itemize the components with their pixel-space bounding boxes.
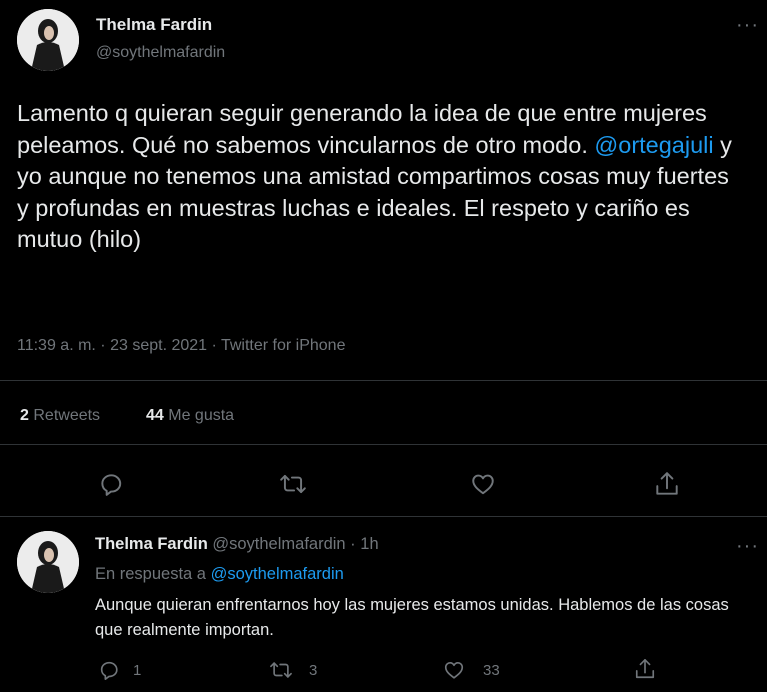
retweet-icon[interactable] (269, 659, 293, 681)
divider (0, 444, 767, 445)
retweets-count: 2 (20, 407, 29, 424)
retweets-stat[interactable]: 2 Retweets (20, 407, 100, 425)
divider (0, 380, 767, 381)
like-icon[interactable] (442, 659, 466, 681)
handle[interactable]: @soythelmafardin (96, 44, 225, 62)
likes-count: 44 (146, 407, 164, 424)
reply-header: Thelma Fardin @soythelmafardin · 1h (95, 535, 379, 554)
share-icon[interactable] (634, 657, 656, 681)
reply-to-mention[interactable]: @soythelmafardin (211, 565, 344, 583)
retweet-icon[interactable] (279, 471, 307, 497)
avatar[interactable] (17, 9, 79, 71)
timestamp[interactable]: 11:39 a. m. · 23 sept. 2021 · Twitter fo… (17, 337, 345, 355)
reply-icon[interactable] (98, 659, 120, 681)
mention-link[interactable]: @ortegajuli (594, 132, 713, 158)
share-icon[interactable] (654, 470, 680, 498)
reply-to-prefix: En respuesta a (95, 565, 211, 583)
more-icon[interactable]: ··· (736, 536, 759, 556)
more-icon[interactable]: ··· (736, 15, 759, 35)
likes-label: Me gusta (168, 407, 235, 424)
reply-text: Aunque quieran enfrentarnos hoy las muje… (95, 596, 729, 639)
tweet-text: Lamento q quieran seguir generando la id… (17, 98, 732, 256)
reply-count: 1 (133, 662, 142, 679)
like-count: 33 (483, 662, 500, 679)
display-name[interactable]: Thelma Fardin (96, 15, 212, 35)
display-name[interactable]: Thelma Fardin (95, 535, 208, 553)
likes-stat[interactable]: 44 Me gusta (146, 407, 234, 425)
avatar[interactable] (17, 531, 79, 593)
reply-icon[interactable] (98, 471, 124, 497)
retweet-count: 3 (309, 662, 318, 679)
divider (0, 516, 767, 517)
retweets-label: Retweets (33, 407, 101, 424)
handle-time[interactable]: @soythelmafardin · 1h (212, 535, 378, 553)
reply-context: En respuesta a @soythelmafardin (95, 565, 344, 584)
like-icon[interactable] (469, 471, 497, 497)
